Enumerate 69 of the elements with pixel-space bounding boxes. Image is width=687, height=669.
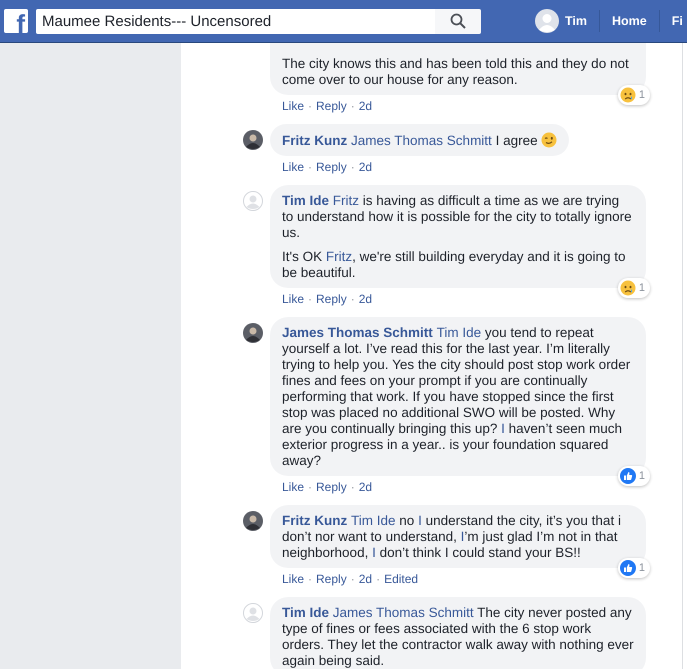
- comment-text: Fritz Kunz James Thomas Schmitt I agree: [282, 132, 558, 149]
- mention-link[interactable]: James Thomas Schmitt: [351, 133, 492, 148]
- comment-text: It's OK Fritz, we're still building everyday and it is going to be beautiful.: [282, 249, 627, 281]
- comment-action-link[interactable]: Like: [282, 479, 304, 495]
- comment-action-link[interactable]: Reply: [316, 98, 347, 114]
- reaction-count: 1: [638, 470, 645, 482]
- comment-action-link[interactable]: Reply: [316, 159, 347, 175]
- profile-link[interactable]: Tim: [535, 9, 599, 33]
- reaction-count: 1: [638, 562, 645, 574]
- comment-action-link[interactable]: Reply: [316, 291, 347, 307]
- author-link[interactable]: James Thomas Schmitt: [282, 325, 433, 340]
- comment-action-link[interactable]: Reply: [316, 479, 347, 495]
- comment-action-link[interactable]: Like: [282, 159, 304, 175]
- reaction-count: 1: [638, 282, 645, 294]
- mention-link[interactable]: Tim Ide: [436, 325, 482, 340]
- sad-face-icon: [620, 87, 636, 103]
- reaction-count: 1: [638, 89, 645, 101]
- comment-action-link[interactable]: Like: [282, 291, 304, 307]
- separator-dot: ·: [308, 571, 312, 587]
- separator-dot: ·: [350, 291, 355, 307]
- thumbs-up-icon: [620, 468, 636, 484]
- mention-link[interactable]: Fritz: [326, 249, 352, 264]
- separator-dot: ·: [376, 571, 380, 587]
- comment-action-link[interactable]: 2d: [358, 291, 372, 307]
- author-link[interactable]: Tim Ide: [282, 193, 330, 208]
- avatar-icon: [535, 9, 559, 33]
- winking-face-icon: [541, 132, 558, 148]
- separator-dot: ·: [308, 98, 312, 114]
- comment-action-link[interactable]: 2d: [358, 159, 372, 175]
- separator-dot: ·: [308, 159, 312, 175]
- mention-link[interactable]: I: [418, 513, 422, 528]
- avatar-icon[interactable]: [243, 130, 263, 150]
- thumbs-up-icon: [620, 560, 636, 576]
- mention-link[interactable]: I: [501, 421, 505, 436]
- mention-link[interactable]: James Thomas Schmitt: [332, 605, 474, 620]
- comment-text: Fritz Kunz Tim Ide no I understand the city, it’s you that i don’t nor want to understand, I’m just glad I’m not in that neighborhood, I don’t think I could stand your BS!!: [282, 513, 622, 561]
- separator-dot: ·: [350, 479, 355, 495]
- comment-text: James Thomas Schmitt Tim Ide you tend to repeat yourself a lot. I’ve read this for the last year. I’m literally trying to help you. Yes the city should post stop work order fines and fees on your prompt if you are continually performing that work. If you have stopped since the first stop was placed no additional SWO will be posted. Why are you continually bringing this up? I haven’t seen much exterior progress in a year.. is your foundation squared away?: [282, 325, 632, 469]
- search-field[interactable]: Maumee Residents--- Uncensored: [36, 8, 435, 34]
- comment-action-link[interactable]: 2d: [358, 98, 372, 114]
- mention-link[interactable]: I: [460, 529, 464, 544]
- author-link[interactable]: Fritz Kunz: [282, 133, 348, 148]
- search-button[interactable]: [435, 8, 481, 34]
- avatar-icon[interactable]: [243, 511, 263, 531]
- comment-text: Tim Ide James Thomas Schmitt The city never posted any type of fines or fees associated with the 6 stop work orders. They let the contractor walk away with nothing ever again being said.: [282, 605, 634, 669]
- comment-action-link[interactable]: 2d: [358, 479, 372, 495]
- separator-dot: ·: [350, 159, 355, 175]
- separator-dot: ·: [308, 479, 312, 495]
- facebook-logo[interactable]: f: [4, 9, 28, 33]
- comment-text: Tim Ide Fritz is having as difficult a time as we are trying to understand how it is possible for the city to totally ignore us.: [282, 193, 633, 241]
- mention-link[interactable]: I: [372, 545, 376, 560]
- comment-action-link[interactable]: 2d: [358, 571, 372, 587]
- separator-dot: ·: [350, 571, 355, 587]
- nav-link[interactable]: Home: [600, 14, 659, 28]
- mention-link[interactable]: Fritz: [332, 193, 360, 208]
- comment-action-link[interactable]: Reply: [316, 571, 347, 587]
- search-icon: [450, 13, 466, 29]
- comment-action-link[interactable]: Like: [282, 571, 304, 587]
- sad-face-icon: [620, 280, 636, 296]
- author-link[interactable]: Fritz Kunz: [282, 513, 348, 528]
- separator-dot: ·: [350, 98, 355, 114]
- comment-action-link[interactable]: Edited: [384, 571, 418, 587]
- comment-text: The city knows this and has been told this and they do not come over to our house for any reason.: [282, 56, 630, 88]
- nav-link[interactable]: Fi: [660, 14, 687, 28]
- avatar-icon[interactable]: [243, 323, 263, 343]
- comment-action-link[interactable]: Like: [282, 98, 304, 114]
- mention-link[interactable]: Tim Ide: [351, 513, 396, 528]
- separator-dot: ·: [308, 291, 312, 307]
- author-link[interactable]: Tim Ide: [282, 605, 330, 620]
